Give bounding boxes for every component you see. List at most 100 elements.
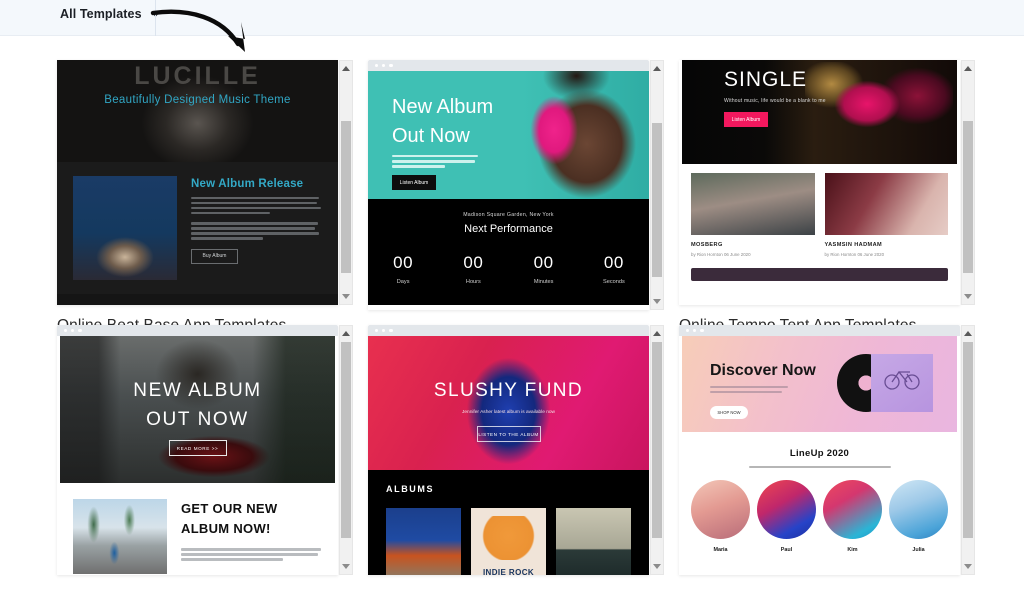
- browser-chrome-bar: [368, 60, 649, 71]
- window-dot-icon: [375, 328, 379, 333]
- artist-avatar: [691, 480, 750, 539]
- artist-item[interactable]: Julia: [889, 480, 948, 553]
- buy-album-button[interactable]: Buy Album: [191, 248, 238, 264]
- artist-item[interactable]: Kim: [823, 480, 882, 553]
- window-dot-icon: [375, 63, 379, 68]
- preview-scrollbar[interactable]: [339, 60, 353, 305]
- preview-scrollbar[interactable]: [650, 325, 664, 575]
- hero-heading-line1: NEW ALBUM: [133, 380, 262, 401]
- window-dot-icon: [64, 328, 68, 333]
- template-card[interactable]: SLUSHY FUND Jennifer Asher latest album …: [368, 325, 664, 599]
- template-preview[interactable]: NEW ALBUM OUT NOW READ MORE >> GET OUR N…: [57, 325, 338, 575]
- window-dot-icon: [686, 328, 690, 333]
- listen-album-button[interactable]: Listen Album: [392, 175, 436, 190]
- scrollbar-thumb[interactable]: [652, 123, 662, 277]
- window-dot-icon: [700, 328, 704, 333]
- preview-scrollbar[interactable]: [339, 325, 353, 575]
- listen-to-album-button[interactable]: LISTEN TO THE ALBUM: [476, 426, 541, 442]
- hero-section: SINGLE Without music, life would be a bl…: [682, 60, 957, 164]
- section-heading: GET OUR NEW ALBUM NOW!: [181, 499, 322, 539]
- section-heading: New Album Release: [191, 178, 304, 190]
- hero-heading: SINGLE: [724, 68, 808, 91]
- template-preview[interactable]: Discover Now SHOP NOW LineUp 2020 Maria …: [679, 325, 960, 575]
- scroll-up-arrow[interactable]: [962, 327, 974, 340]
- scroll-down-arrow[interactable]: [340, 560, 352, 573]
- template-preview[interactable]: SLUSHY FUND Jennifer Asher latest album …: [368, 325, 649, 575]
- album-photo: [73, 176, 177, 280]
- template-card[interactable]: Discover Now SHOP NOW LineUp 2020 Maria …: [679, 325, 975, 599]
- preview-scrollbar[interactable]: [961, 325, 975, 575]
- scroll-up-arrow[interactable]: [340, 62, 352, 75]
- hero-section: Discover Now SHOP NOW: [682, 336, 957, 432]
- scroll-up-arrow[interactable]: [340, 327, 352, 340]
- scroll-up-arrow[interactable]: [651, 327, 663, 340]
- scrollbar-thumb[interactable]: [341, 121, 351, 273]
- hero-heading-line2: Out Now: [392, 125, 470, 147]
- browser-chrome-bar: [368, 325, 649, 336]
- hero-photo: [805, 62, 953, 162]
- countdown-label: Hours: [465, 279, 481, 285]
- article-thumbnail: [691, 173, 815, 235]
- article-title: MOSBERG: [691, 242, 723, 248]
- all-templates-label: All Templates: [60, 7, 142, 21]
- template-preview[interactable]: LUCILLE Beautifully Designed Music Theme…: [57, 60, 338, 305]
- countdown-label: Minutes: [533, 279, 554, 285]
- countdown-unit: 00 Minutes: [509, 253, 579, 285]
- template-card[interactable]: NEW ALBUM OUT NOW READ MORE >> GET OUR N…: [57, 325, 353, 599]
- artist-avatar: [757, 480, 816, 539]
- template-card[interactable]: New Album Out Now Listen Album Madison S…: [368, 60, 664, 330]
- listen-album-button[interactable]: Listen Album: [724, 112, 768, 127]
- hero-tagline: Without music, life would be a blank to …: [724, 98, 826, 104]
- scroll-down-arrow[interactable]: [651, 560, 663, 573]
- lineup-heading: LineUp 2020: [789, 448, 850, 459]
- article-card[interactable]: YASMSIN HADMAM by Rion Hornton 06 June 2…: [824, 173, 948, 257]
- scroll-down-arrow[interactable]: [962, 560, 974, 573]
- countdown-section: Madison Square Garden, New York Next Per…: [368, 199, 649, 305]
- artist-name: Paul: [780, 547, 793, 553]
- artist-name: Kim: [847, 547, 858, 553]
- template-card[interactable]: LUCILLE Beautifully Designed Music Theme…: [57, 60, 353, 334]
- scroll-down-arrow[interactable]: [340, 290, 352, 303]
- window-dot-icon: [78, 328, 82, 333]
- countdown-value: 00: [533, 253, 554, 272]
- article-title: YASMSIN HADMAM: [824, 242, 883, 248]
- preview-scrollbar[interactable]: [961, 60, 975, 305]
- countdown-value: 00: [603, 253, 624, 272]
- scrollbar-thumb[interactable]: [652, 342, 662, 538]
- article-card[interactable]: MOSBERG by Rion Hornton 06 June 2020: [691, 173, 815, 257]
- scroll-down-arrow[interactable]: [651, 295, 663, 308]
- all-templates-dropdown[interactable]: All Templates: [60, 7, 160, 21]
- scrollbar-thumb[interactable]: [963, 121, 973, 273]
- toolbar-divider: [155, 0, 156, 36]
- template-grid: LUCILLE Beautifully Designed Music Theme…: [0, 36, 1024, 599]
- artist-avatar: [889, 480, 948, 539]
- scroll-down-arrow[interactable]: [962, 290, 974, 303]
- window-dot-icon: [382, 63, 386, 68]
- hero-heading-line1: New Album: [392, 96, 494, 118]
- browser-chrome-bar: [57, 325, 338, 336]
- scrollbar-thumb[interactable]: [341, 342, 351, 538]
- preview-scrollbar[interactable]: [650, 60, 664, 310]
- album-cover-label: INDIE ROCK: [482, 568, 535, 575]
- album-cover[interactable]: [556, 508, 631, 575]
- scroll-up-arrow[interactable]: [962, 62, 974, 75]
- hero-tagline: Jennifer Asher latest album is available…: [461, 410, 556, 415]
- shop-now-button[interactable]: SHOP NOW: [710, 406, 748, 419]
- template-card[interactable]: SINGLE Without music, life would be a bl…: [679, 60, 975, 334]
- article-thumbnail: [824, 173, 948, 235]
- hero-subtext-placeholder: [710, 386, 788, 396]
- scrollbar-thumb[interactable]: [963, 342, 973, 538]
- read-more-button[interactable]: READ MORE >>: [168, 440, 227, 456]
- section-heading-line1: GET OUR NEW: [181, 501, 278, 516]
- scroll-up-arrow[interactable]: [651, 62, 663, 75]
- artist-item[interactable]: Maria: [691, 480, 750, 553]
- artist-item[interactable]: Paul: [757, 480, 816, 553]
- hero-tagline: Beautifully Designed Music Theme: [104, 94, 291, 106]
- browser-chrome-bar: [679, 325, 960, 336]
- section-photo: [73, 499, 167, 574]
- album-cover[interactable]: INDIE ROCK: [471, 508, 546, 575]
- albums-heading: ALBUMS: [386, 484, 435, 494]
- album-cover[interactable]: [386, 508, 461, 575]
- template-preview[interactable]: New Album Out Now Listen Album Madison S…: [368, 60, 649, 310]
- template-preview[interactable]: SINGLE Without music, life would be a bl…: [679, 60, 960, 305]
